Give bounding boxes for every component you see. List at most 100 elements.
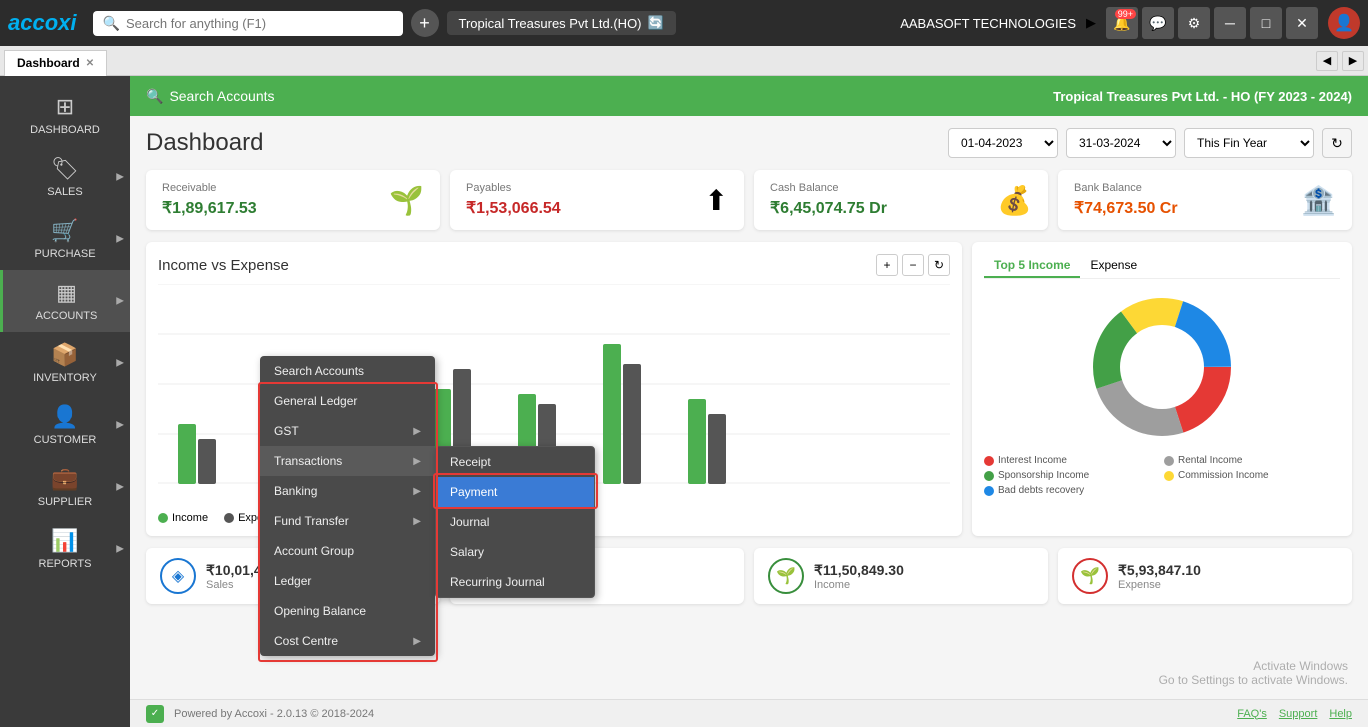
dashboard-icon: ⊞ (56, 94, 74, 120)
banking-arrow-icon: ▶ (413, 486, 421, 497)
menu-account-group[interactable]: Account Group (260, 536, 435, 566)
add-button[interactable]: + (411, 9, 439, 37)
dashboard-header: Dashboard 01-04-2023 31-03-2024 This Fin… (146, 128, 1352, 158)
menu-search-accounts[interactable]: Search Accounts (260, 356, 435, 386)
sidebar-item-inventory[interactable]: 📦 INVENTORY ▶ (0, 332, 130, 394)
receivable-card: Receivable ₹1,89,617.53 🌱 (146, 170, 440, 230)
chart-controls: + − ↻ (876, 254, 950, 276)
submenu-salary[interactable]: Salary (436, 537, 594, 567)
submenu-payment[interactable]: Payment (436, 477, 594, 507)
footer-links: FAQ's Support Help (1237, 708, 1352, 720)
close-button[interactable]: ✕ (1286, 7, 1318, 39)
supplier-arrow-icon: ▶ (116, 482, 124, 493)
refresh-icon[interactable]: 🔄 (648, 15, 664, 31)
menu-opening-balance[interactable]: Opening Balance (260, 596, 435, 626)
menu-ledger[interactable]: Ledger (260, 566, 435, 596)
company-selector[interactable]: Tropical Treasures Pvt Ltd.(HO) 🔄 (447, 11, 676, 35)
menu-banking[interactable]: Banking ▶ (260, 476, 435, 506)
top-income-tab[interactable]: Top 5 Income (984, 254, 1080, 278)
date-from-select[interactable]: 01-04-2023 (948, 128, 1058, 158)
menu-fund-transfer[interactable]: Fund Transfer ▶ (260, 506, 435, 536)
receivable-info: Receivable ₹1,89,617.53 (162, 182, 257, 218)
company-name: Tropical Treasures Pvt Ltd.(HO) (459, 16, 642, 31)
sales-arrow-icon: ▶ (116, 172, 124, 183)
messages-button[interactable]: 💬 (1142, 7, 1174, 39)
tab-close-icon[interactable]: ✕ (86, 58, 94, 69)
summary-cards: Receivable ₹1,89,617.53 🌱 Payables ₹1,53… (146, 170, 1352, 230)
top-right: AABASOFT TECHNOLOGIES ▶ 🔔 99+ 💬 ⚙ ─ □ ✕ … (900, 7, 1360, 39)
search-accounts-menu-label: Search Accounts (274, 364, 364, 378)
submenu-journal[interactable]: Journal (436, 507, 594, 537)
donut-legend: Interest Income Rental Income Sponsorshi… (984, 455, 1340, 496)
legend-commission-income: Commission Income (1164, 470, 1340, 481)
expense-bottom-icon: 🌱 (1072, 558, 1108, 594)
search-box[interactable]: 🔍 (93, 11, 403, 36)
support-link[interactable]: Support (1279, 708, 1318, 720)
income-bottom-info: ₹11,50,849.30 Income (814, 562, 904, 591)
search-input[interactable] (126, 16, 376, 31)
menu-general-ledger[interactable]: General Ledger (260, 386, 435, 416)
main-layout: ⊞ DASHBOARD 🏷 SALES ▶ 🛒 PURCHASE ▶ ▦ ACC… (0, 76, 1368, 727)
receivable-label: Receivable (162, 182, 257, 194)
cash-balance-icon: 💰 (997, 184, 1032, 217)
tab-prev-button[interactable]: ◀ (1316, 51, 1338, 71)
sidebar-label-supplier: SUPPLIER (38, 496, 92, 508)
bad-debts-label: Bad debts recovery (998, 485, 1084, 496)
income-legend-label: Income (172, 512, 208, 524)
sales-icon: 🏷 (51, 156, 79, 182)
cash-balance-label: Cash Balance (770, 182, 887, 194)
sidebar: ⊞ DASHBOARD 🏷 SALES ▶ 🛒 PURCHASE ▶ ▦ ACC… (0, 76, 130, 727)
refresh-dashboard-button[interactable]: ↻ (1322, 128, 1352, 158)
sidebar-item-customer[interactable]: 👤 CUSTOMER ▶ (0, 394, 130, 456)
sidebar-label-accounts: ACCOUNTS (36, 310, 98, 322)
notification-badge: 99+ (1115, 9, 1136, 19)
purchase-icon: 🛒 (51, 218, 78, 244)
purchase-arrow-icon: ▶ (116, 234, 124, 245)
search-accounts-button[interactable]: 🔍 Search Accounts (146, 88, 275, 105)
menu-gst[interactable]: GST ▶ (260, 416, 435, 446)
content-area: 🔍 Search Accounts Tropical Treasures Pvt… (130, 76, 1368, 727)
inventory-icon: 📦 (51, 342, 78, 368)
top-icons: 🔔 99+ 💬 ⚙ ─ □ ✕ (1106, 7, 1318, 39)
commission-income-label: Commission Income (1178, 470, 1269, 481)
notifications-button[interactable]: 🔔 99+ (1106, 7, 1138, 39)
transactions-submenu: Receipt Payment Journal Salary Recurring… (435, 446, 595, 598)
income-bottom-icon: 🌱 (768, 558, 804, 594)
sidebar-item-purchase[interactable]: 🛒 PURCHASE ▶ (0, 208, 130, 270)
sidebar-label-reports: REPORTS (39, 558, 92, 570)
sidebar-item-accounts[interactable]: ▦ ACCOUNTS ▶ (0, 270, 130, 332)
settings-button[interactable]: ⚙ (1178, 7, 1210, 39)
chart-refresh-button[interactable]: ↻ (928, 254, 950, 276)
sidebar-item-sales[interactable]: 🏷 SALES ▶ (0, 146, 130, 208)
sidebar-item-supplier[interactable]: 💼 SUPPLIER ▶ (0, 456, 130, 518)
period-select[interactable]: This Fin Year (1184, 128, 1314, 158)
payables-icon: ⬆ (705, 184, 728, 217)
chart-add-button[interactable]: + (876, 254, 898, 276)
chart-title: Income vs Expense (158, 257, 289, 274)
menu-cost-centre[interactable]: Cost Centre ▶ (260, 626, 435, 656)
menu-transactions[interactable]: Transactions ▶ (260, 446, 435, 476)
minimize-button[interactable]: ─ (1214, 7, 1246, 39)
bank-balance-info: Bank Balance ₹74,673.50 Cr (1074, 182, 1178, 218)
donut-container (984, 287, 1340, 447)
reports-icon: 📊 (51, 528, 78, 554)
legend-sponsorship-income: Sponsorship Income (984, 470, 1160, 481)
tab-next-button[interactable]: ▶ (1342, 51, 1364, 71)
submenu-recurring-journal[interactable]: Recurring Journal (436, 567, 594, 597)
expense-tab[interactable]: Expense (1080, 254, 1147, 278)
sidebar-item-dashboard[interactable]: ⊞ DASHBOARD (0, 84, 130, 146)
submenu-receipt[interactable]: Receipt (436, 447, 594, 477)
sidebar-item-reports[interactable]: 📊 REPORTS ▶ (0, 518, 130, 580)
chart-minus-button[interactable]: − (902, 254, 924, 276)
maximize-button[interactable]: □ (1250, 7, 1282, 39)
payables-value: ₹1,53,066.54 (466, 198, 561, 218)
user-avatar: 👤 (1328, 7, 1360, 39)
income-bottom-value: ₹11,50,849.30 (814, 562, 904, 579)
help-link[interactable]: Help (1329, 708, 1352, 720)
tab-label: Dashboard (17, 56, 80, 70)
tab-controls: ◀ ▶ (1316, 51, 1364, 71)
date-to-select[interactable]: 31-03-2024 (1066, 128, 1176, 158)
dashboard-tab[interactable]: Dashboard ✕ (4, 50, 107, 76)
general-ledger-label: General Ledger (274, 394, 357, 408)
faqs-link[interactable]: FAQ's (1237, 708, 1267, 720)
